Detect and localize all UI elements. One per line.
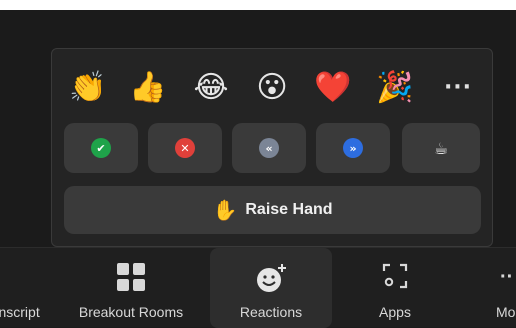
red-heart-button[interactable]: ❤️	[309, 67, 357, 107]
emoji-reactions-row: 👏 👍 😂 😮 ❤️ 🎉 ···	[64, 67, 484, 107]
fast-forward-icon: »	[343, 138, 363, 158]
raise-hand-label: Raise Hand	[245, 201, 333, 218]
no-button[interactable]: ✕	[148, 123, 222, 173]
reactions-icon	[257, 264, 286, 292]
party-popper-button[interactable]: 🎉	[371, 67, 419, 107]
open-mouth-button[interactable]: 😮	[248, 67, 296, 107]
apps-icon	[382, 263, 408, 289]
breakout-rooms-icon	[117, 263, 145, 291]
window-top-edge	[0, 0, 516, 10]
reactions-label: Reactions	[239, 304, 303, 320]
toolbar-transcript[interactable]: Transcript	[0, 248, 44, 328]
coffee-icon: ☕	[433, 138, 449, 158]
raise-hand-button[interactable]: ✋ Raise Hand	[64, 186, 481, 234]
clapping-hands-icon: 👏	[69, 69, 107, 105]
clapping-hands-button[interactable]: 👏	[64, 67, 112, 107]
thumbs-up-icon: 👍	[129, 69, 167, 105]
coffee-break-button[interactable]: ☕	[402, 123, 480, 173]
raised-hand-icon: ✋	[212, 198, 238, 222]
toolbar-reactions[interactable]: Reactions	[210, 248, 332, 328]
breakout-rooms-label: Breakout Rooms	[78, 304, 184, 320]
toolbar-breakout-rooms[interactable]: Breakout Rooms	[56, 248, 206, 328]
slow-down-button[interactable]: «	[232, 123, 306, 173]
apps-label: Apps	[379, 304, 411, 320]
more-dots-icon: ··	[500, 266, 514, 288]
yes-button[interactable]: ✔	[64, 123, 138, 173]
rewind-icon: «	[259, 138, 279, 158]
speed-up-button[interactable]: »	[316, 123, 390, 173]
tears-of-joy-icon: 😂	[193, 69, 229, 105]
red-heart-icon: ❤️	[314, 69, 352, 105]
more-reactions-button[interactable]: ···	[434, 67, 482, 107]
reactions-panel: 👏 👍 😂 😮 ❤️ 🎉 ··· ✔ ✕ « » ☕ ✋ Raise Hand	[51, 48, 493, 247]
more-icon: ···	[443, 74, 473, 100]
tears-of-joy-button[interactable]: 😂	[187, 67, 235, 107]
cross-icon: ✕	[175, 138, 195, 158]
toolbar-more[interactable]: ·· More	[480, 248, 516, 328]
toolbar-apps[interactable]: Apps	[350, 248, 440, 328]
checkmark-icon: ✔	[91, 138, 111, 158]
transcript-label: Transcript	[0, 304, 40, 320]
thumbs-up-button[interactable]: 👍	[124, 67, 172, 107]
meeting-toolbar: Transcript Breakout Rooms Reactions Apps	[0, 247, 516, 328]
open-mouth-icon: 😮	[256, 69, 288, 105]
party-popper-icon: 🎉	[376, 69, 414, 105]
more-label: More	[496, 304, 516, 320]
